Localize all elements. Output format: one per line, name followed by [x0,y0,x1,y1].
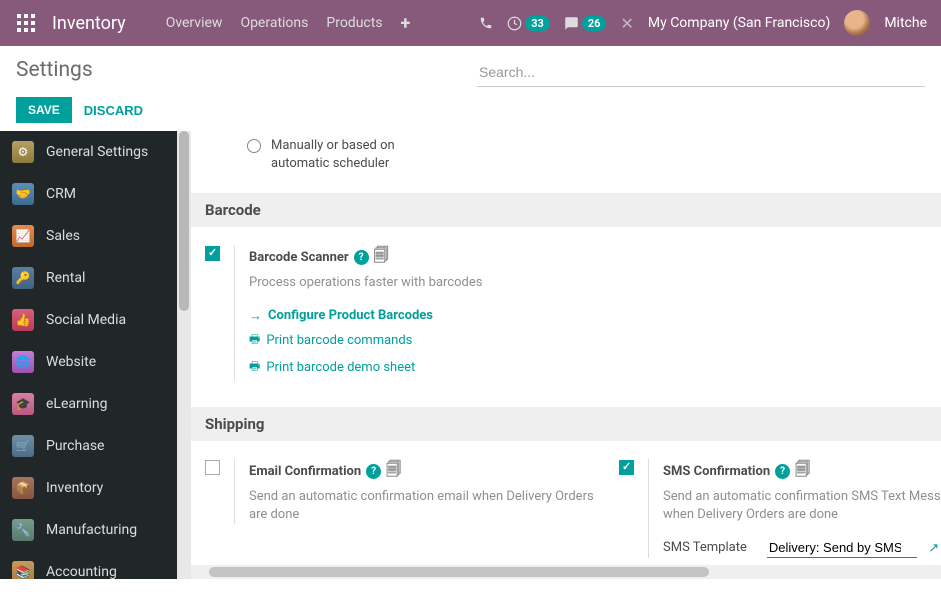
company-selector[interactable]: My Company (San Francisco) [648,15,830,31]
section-header-shipping: Shipping [191,407,941,441]
chart-icon: 📈 [12,225,34,247]
setting-desc-sms: Send an automatic confirmation SMS Text … [663,488,941,524]
doc-icon[interactable]: 🗐 [795,459,810,484]
app-title[interactable]: Inventory [52,13,126,34]
sidebar-item-label: Social Media [46,312,126,328]
cart-icon: 🛒 [12,435,34,457]
top-nav: Overview Operations Products + [166,13,411,34]
messages-badge: 26 [582,16,607,31]
discard-button[interactable]: DISCARD [84,103,143,118]
sidebar-item-label: General Settings [46,144,148,160]
checkbox-barcode-scanner[interactable] [205,246,220,261]
key-icon: 🔑 [12,267,34,289]
save-button[interactable]: SAVE [16,97,72,123]
sidebar-item-general-settings[interactable]: ⚙ General Settings [0,131,177,173]
nav-overview[interactable]: Overview [166,15,223,31]
sidebar-item-elearning[interactable]: 🎓 eLearning [0,383,177,425]
sidebar-item-label: Sales [46,228,80,244]
doc-icon[interactable]: 🗐 [386,459,401,484]
books-icon: 📚 [12,561,34,579]
setting-title-sms: SMS Confirmation [663,464,770,479]
settings-sidebar: ⚙ General Settings 🤝 CRM 📈 Sales 🔑 Rental 👍 S… [0,131,177,579]
scrollbar-thumb[interactable] [209,567,709,577]
setting-title-email: Email Confirmation [249,464,361,479]
sidebar-item-label: Inventory [46,480,103,496]
sidebar-item-purchase[interactable]: 🛒 Purchase [0,425,177,467]
close-icon[interactable]: ✕ [620,14,633,33]
sms-template-select[interactable] [767,538,917,558]
phone-icon[interactable] [479,16,493,30]
sidebar-scrollbar[interactable] [177,131,191,579]
topbar-right: 33 26 ✕ My Company (San Francisco) Mitch… [479,10,933,36]
nav-operations[interactable]: Operations [240,15,308,31]
wrench-icon: 🔧 [12,519,34,541]
sidebar-item-rental[interactable]: 🔑 Rental [0,257,177,299]
print-icon: 🖶 [249,330,260,351]
sidebar-item-label: Manufacturing [46,522,137,538]
checkbox-sms-confirmation[interactable] [619,460,634,475]
help-icon[interactable]: ? [775,464,790,479]
sidebar-item-sales[interactable]: 📈 Sales [0,215,177,257]
setting-title-barcode: Barcode Scanner [249,250,349,265]
sidebar-item-label: Purchase [46,438,104,454]
link-configure-barcodes[interactable]: →Configure Product Barcodes [249,305,605,327]
user-menu[interactable]: Mitche [884,15,927,31]
actions-row: SAVE DISCARD [0,97,941,131]
clock-icon [507,16,522,31]
settings-main: Manually or based on automatic scheduler… [191,131,941,579]
sidebar-item-website[interactable]: 🌐 Website [0,341,177,383]
section-header-barcode: Barcode [191,193,941,227]
plus-icon[interactable]: + [401,13,411,34]
sidebar-item-manufacturing[interactable]: 🔧 Manufacturing [0,509,177,551]
sidebar-item-label: CRM [46,186,76,202]
page-title: Settings [16,58,93,82]
topbar: Inventory Overview Operations Products +… [0,0,941,46]
radio-label: Manually or based on automatic scheduler [271,137,451,173]
sidebar-item-label: Rental [46,270,85,286]
sidebar-item-crm[interactable]: 🤝 CRM [0,173,177,215]
sidebar-item-label: Website [46,354,96,370]
graduation-icon: 🎓 [12,393,34,415]
sidebar-item-label: eLearning [46,396,107,412]
sidebar-item-accounting[interactable]: 📚 Accounting [0,551,177,579]
link-print-barcode-commands[interactable]: 🖶Print barcode commands [249,327,605,354]
arrow-right-icon: → [249,308,262,324]
messages-button[interactable]: 26 [564,16,607,31]
setting-desc-barcode: Process operations faster with barcodes [249,274,605,292]
subheader: Settings [0,46,941,97]
sms-template-label: SMS Template [663,540,747,555]
activity-button[interactable]: 33 [507,16,550,31]
print-icon: 🖶 [249,357,260,378]
external-link-icon[interactable]: ↗ [928,541,939,556]
help-icon[interactable]: ? [366,464,381,479]
handshake-icon: 🤝 [12,183,34,205]
apps-menu-button[interactable] [8,5,44,41]
boxes-icon: 📦 [12,477,34,499]
scrollbar-thumb[interactable] [179,131,189,311]
avatar[interactable] [844,10,870,36]
radio-manual-scheduler[interactable] [247,139,261,153]
chat-icon [564,16,579,31]
nav-products[interactable]: Products [326,15,382,31]
sidebar-item-inventory[interactable]: 📦 Inventory [0,467,177,509]
thumbs-up-icon: 👍 [12,309,34,331]
doc-icon[interactable]: 🗐 [374,245,389,270]
search-input[interactable] [477,58,925,87]
setting-desc-email: Send an automatic confirmation email whe… [249,488,605,524]
gear-icon: ⚙ [12,141,34,163]
apps-grid-icon [17,14,35,32]
globe-icon: 🌐 [12,351,34,373]
sidebar-item-label: Accounting [46,564,117,579]
sidebar-item-social-media[interactable]: 👍 Social Media [0,299,177,341]
scheduler-option-row: Manually or based on automatic scheduler [191,131,941,193]
activity-badge: 33 [525,16,550,31]
link-print-barcode-demo[interactable]: 🖶Print barcode demo sheet [249,354,605,381]
checkbox-email-confirmation[interactable] [205,460,220,475]
horizontal-scrollbar[interactable] [191,565,941,579]
help-icon[interactable]: ? [354,250,369,265]
